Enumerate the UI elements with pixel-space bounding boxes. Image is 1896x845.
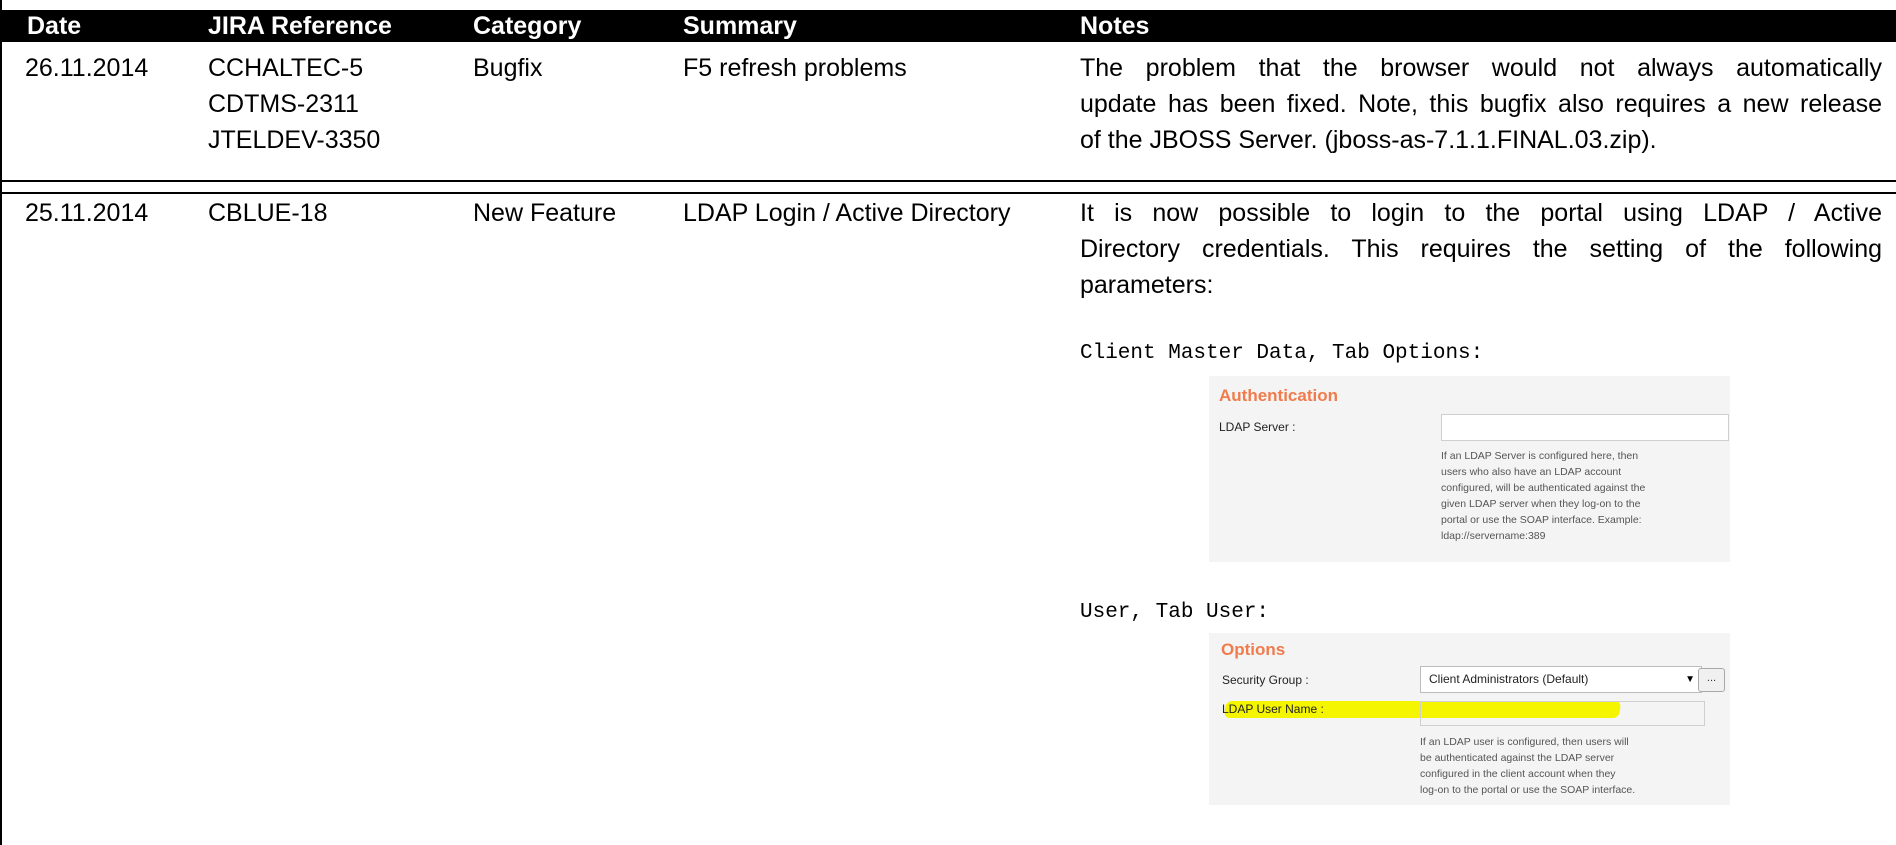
row1-category: Bugfix <box>473 54 543 82</box>
client-master-data-caption: Client Master Data, Tab Options: <box>1080 342 1484 365</box>
help-line: portal or use the SOAP interface. Exampl… <box>1441 514 1642 526</box>
header-date: Date <box>27 12 82 40</box>
options-panel: Options Security Group : Client Administ… <box>1209 633 1730 805</box>
help-line: If an LDAP Server is configured here, th… <box>1441 450 1639 462</box>
security-group-value: Client Administrators (Default) <box>1429 672 1589 686</box>
header-category: Category <box>473 12 582 40</box>
help-line: given LDAP server when they log-on to th… <box>1441 498 1641 510</box>
ldap-server-input[interactable] <box>1441 414 1729 441</box>
notes-line: update has been fixed. Note, this bugfix… <box>1080 90 1882 118</box>
security-group-label: Security Group : <box>1222 673 1309 687</box>
jira-ref: JTELDEV-3350 <box>208 126 381 154</box>
row1-date: 26.11.2014 <box>25 54 149 82</box>
help-line: be authenticated against the LDAP server <box>1420 752 1615 764</box>
jira-ref: CDTMS-2311 <box>208 90 359 118</box>
release-notes-page: Date JIRA Reference Category Summary Not… <box>0 0 1896 845</box>
notes-line: The problem that the browser would not a… <box>1080 54 1882 82</box>
header-summary: Summary <box>683 12 797 40</box>
row2-notes: It is now possible to login to the porta… <box>1080 195 1882 303</box>
notes-line: parameters: <box>1080 271 1214 299</box>
ldap-user-help: If an LDAP user is configured, then user… <box>1420 734 1635 798</box>
row2-date: 25.11.2014 <box>25 199 149 227</box>
ldap-server-help: If an LDAP Server is configured here, th… <box>1441 448 1645 544</box>
chevron-down-icon: ▼ <box>1685 674 1695 685</box>
ldap-user-name-input[interactable] <box>1420 701 1705 726</box>
help-line: If an LDAP user is configured, then user… <box>1420 736 1629 748</box>
authentication-title: Authentication <box>1219 386 1338 405</box>
options-title: Options <box>1221 640 1286 659</box>
notes-line: It is now possible to login to the porta… <box>1080 199 1882 227</box>
ldap-server-label: LDAP Server : <box>1219 420 1296 434</box>
authentication-panel: Authentication LDAP Server : If an LDAP … <box>1209 376 1730 562</box>
row2-summary: LDAP Login / Active Directory <box>683 199 1011 227</box>
header-jira-reference: JIRA Reference <box>208 12 392 40</box>
help-line: ldap://servername:389 <box>1441 530 1546 542</box>
row1-notes: The problem that the browser would not a… <box>1080 50 1882 158</box>
row2-jira-refs: CBLUE-18 <box>208 195 328 231</box>
help-line: log-on to the portal or use the SOAP int… <box>1420 784 1636 796</box>
row1-jira-refs: CCHALTEC-5 CDTMS-2311 JTELDEV-3350 <box>208 50 380 158</box>
help-line: users who also have an LDAP account <box>1441 466 1622 478</box>
header-notes: Notes <box>1080 12 1150 40</box>
table-header-row: Date JIRA Reference Category Summary Not… <box>0 10 1896 42</box>
row1-summary: F5 refresh problems <box>683 54 907 82</box>
row-separator <box>0 192 1896 194</box>
ldap-user-name-label: LDAP User Name : <box>1222 702 1324 716</box>
more-button[interactable]: ... <box>1698 668 1725 692</box>
row-separator <box>0 180 1896 182</box>
notes-line: Directory credentials. This requires the… <box>1080 235 1882 263</box>
notes-line: of the JBOSS Server. (jboss-as-7.1.1.FIN… <box>1080 126 1657 154</box>
help-line: configured in the client account when th… <box>1420 768 1616 780</box>
jira-ref: CBLUE-18 <box>208 199 328 227</box>
help-line: configured, will be authenticated agains… <box>1441 482 1646 494</box>
row2-category: New Feature <box>473 199 617 227</box>
security-group-select[interactable]: Client Administrators (Default) ▼ <box>1420 666 1702 693</box>
jira-ref: CCHALTEC-5 <box>208 54 364 82</box>
table-left-border <box>0 0 2 845</box>
user-tab-caption: User, Tab User: <box>1080 601 1270 624</box>
